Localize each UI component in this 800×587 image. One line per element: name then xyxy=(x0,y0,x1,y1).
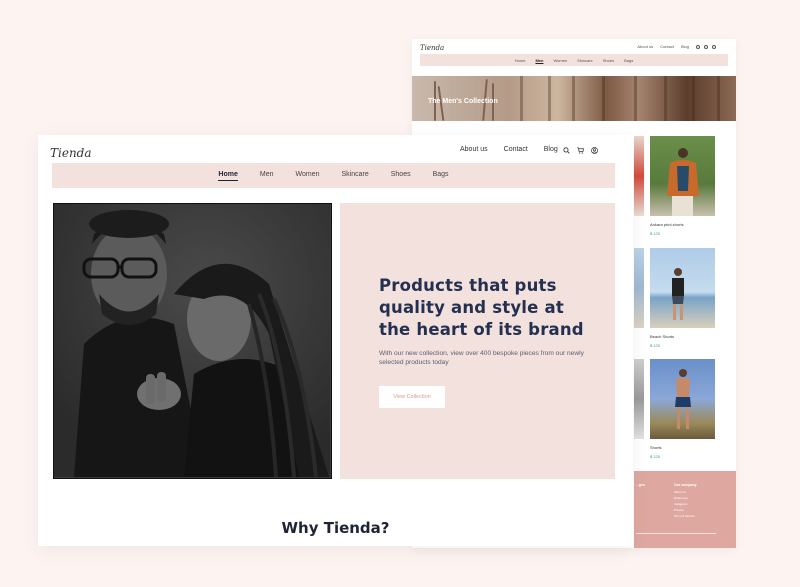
footer-link[interactable]: Instagram xyxy=(674,502,687,506)
garment-fold xyxy=(548,76,551,121)
product-image[interactable] xyxy=(650,359,715,439)
model-figure xyxy=(667,148,699,216)
blog-link[interactable]: Blog xyxy=(544,146,558,153)
men-header-icons xyxy=(696,44,716,49)
men-nav-men[interactable]: Men xyxy=(535,58,543,63)
mens-collection-banner: The Men's Collection xyxy=(412,76,736,121)
garment-fold xyxy=(520,76,523,121)
product-price: $ 120 xyxy=(650,343,661,348)
men-page-logo[interactable]: Tienda xyxy=(420,44,444,52)
men-about-link[interactable]: About us xyxy=(637,44,653,49)
footer-link[interactable]: About us xyxy=(674,490,686,494)
men-nav-skincare[interactable]: Skincare xyxy=(577,58,593,63)
nav-men[interactable]: Men xyxy=(260,171,274,180)
men-page-top-links: About us Contact Blog xyxy=(637,44,716,49)
view-collection-button[interactable]: View Collection xyxy=(379,386,445,408)
product-price: $ 120 xyxy=(650,454,661,459)
hero-title: Products that puts quality and style at … xyxy=(379,276,584,339)
men-page-nav: Home Men Women Skincare Shoes Bags xyxy=(420,54,728,66)
model-figure xyxy=(672,268,684,320)
header-icons xyxy=(563,147,598,154)
men-nav-home[interactable]: Home xyxy=(515,58,526,63)
garment-fold xyxy=(664,76,667,121)
site-logo[interactable]: Tienda xyxy=(50,146,92,160)
garment-fold xyxy=(602,76,605,121)
nav-skincare[interactable]: Skincare xyxy=(342,171,369,180)
garment-fold xyxy=(572,76,575,121)
couple-portrait xyxy=(54,204,330,478)
hero-photo xyxy=(53,203,332,479)
partial-product-image[interactable] xyxy=(634,136,644,216)
nav-bags[interactable]: Bags xyxy=(433,171,449,180)
about-us-link[interactable]: About us xyxy=(460,146,488,153)
hero-panel: Products that puts quality and style at … xyxy=(340,203,615,479)
banner-title: The Men's Collection xyxy=(428,98,498,105)
product-price: $ 120 xyxy=(650,231,661,236)
footer-divider xyxy=(636,533,716,534)
product-image[interactable] xyxy=(650,248,715,328)
men-nav-women[interactable]: Women xyxy=(553,58,567,63)
product-card[interactable]: Beach Shorts $ 120 xyxy=(650,248,715,348)
nav-women[interactable]: Women xyxy=(296,171,320,180)
footer-link[interactable]: Reference xyxy=(674,496,688,500)
nav-home[interactable]: Home xyxy=(218,171,238,181)
footer-link[interactable]: Term of Service xyxy=(674,514,695,518)
user-icon[interactable] xyxy=(591,147,598,154)
product-name[interactable]: Ankara print shorts xyxy=(650,222,715,227)
home-page-preview: Tienda About us Contact Blog Home Men Wo… xyxy=(38,135,633,546)
main-nav: Home Men Women Skincare Shoes Bags xyxy=(52,163,615,188)
men-search-icon[interactable] xyxy=(696,44,700,49)
men-nav-shoes[interactable]: Shoes xyxy=(603,58,614,63)
nav-shoes[interactable]: Shoes xyxy=(391,171,411,180)
model-figure xyxy=(675,369,691,429)
men-contact-link[interactable]: Contact xyxy=(660,44,674,49)
garment-fold xyxy=(634,76,637,121)
men-nav-bags[interactable]: Bags xyxy=(624,58,633,63)
contact-link[interactable]: Contact xyxy=(504,146,528,153)
men-blog-link[interactable]: Blog xyxy=(681,44,689,49)
product-name[interactable]: Shorts xyxy=(650,445,715,450)
men-cart-icon[interactable] xyxy=(704,44,708,49)
product-image[interactable] xyxy=(650,136,715,216)
product-card[interactable]: Ankara print shorts $ 120 xyxy=(650,136,715,236)
footer-heading: Our company xyxy=(674,483,697,487)
footer-link[interactable]: Privacy xyxy=(674,508,684,512)
product-card[interactable]: Shorts $ 120 xyxy=(650,359,715,459)
partial-product-image[interactable] xyxy=(634,248,644,328)
why-tienda-heading: Why Tienda? xyxy=(281,519,390,537)
hero-subtitle: With our new collection, view over 400 b… xyxy=(379,350,584,366)
men-page-header: Tienda About us Contact Blog xyxy=(412,39,736,54)
partial-product-image[interactable] xyxy=(634,359,644,439)
men-user-icon[interactable] xyxy=(712,44,716,49)
garment-fold xyxy=(717,76,720,121)
top-links: About us Contact Blog xyxy=(460,146,558,153)
product-name[interactable]: Beach Shorts xyxy=(650,334,715,339)
garment-fold xyxy=(692,76,695,121)
footer-heading: ...ges xyxy=(636,483,645,487)
men-page-footer: ...ges Our company About us Reference In… xyxy=(634,471,736,548)
cart-icon[interactable] xyxy=(577,147,584,154)
search-icon[interactable] xyxy=(563,147,570,154)
